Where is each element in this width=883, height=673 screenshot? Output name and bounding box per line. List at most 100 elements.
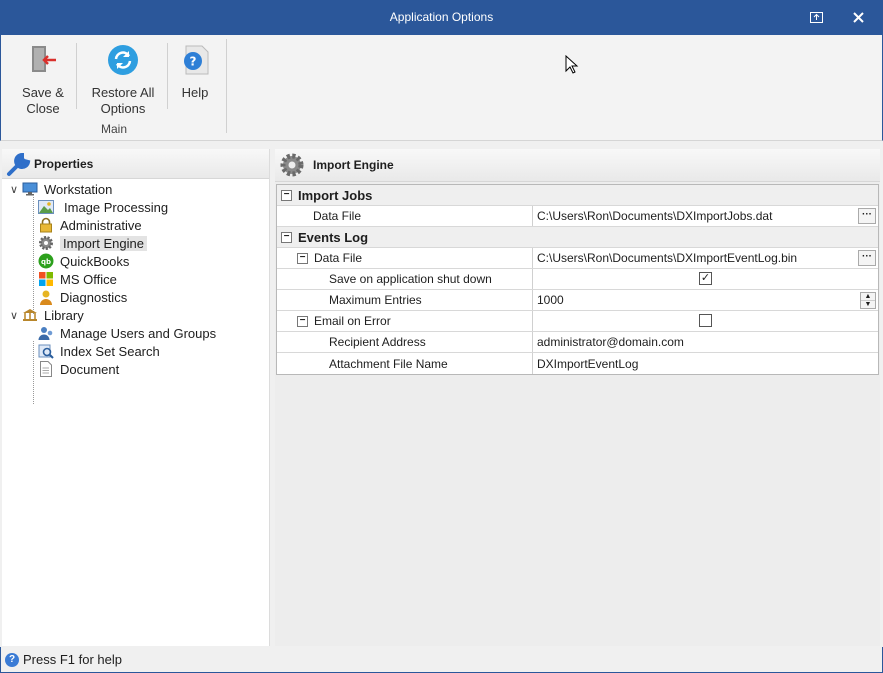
document-icon	[38, 361, 54, 377]
status-bar: ? Press F1 for help	[0, 647, 883, 673]
tree-node-label: Library	[44, 307, 84, 323]
collapse-minus-icon[interactable]: −	[297, 315, 308, 327]
restore-window-icon	[809, 12, 823, 23]
category-events-log[interactable]: − Events Log	[277, 227, 878, 248]
lock-icon	[38, 217, 54, 233]
ribbon-separator	[76, 43, 77, 109]
status-text: Press F1 for help	[23, 652, 122, 667]
restore-window-button[interactable]	[796, 0, 836, 35]
restore-all-label-1: Restore All	[91, 85, 155, 100]
tree-connector	[33, 197, 34, 314]
tree-node-label: Manage Users and Groups	[60, 325, 217, 341]
help-icon: ?	[178, 43, 212, 77]
close-icon	[852, 12, 864, 23]
property-row-save-on-shutdown[interactable]: Save on application shut down ✓	[277, 269, 878, 290]
collapse-minus-icon[interactable]: −	[297, 252, 308, 264]
property-row-attachment-file-name[interactable]: Attachment File Name DXImportEventLog	[277, 353, 878, 374]
property-row-events-data-file[interactable]: − Data File C:\Users\Ron\Documents\DXImp…	[277, 248, 878, 269]
tree-connector	[33, 341, 34, 404]
spin-up-icon[interactable]: ▲	[861, 293, 875, 301]
tree-node-label: Import Engine	[60, 235, 147, 251]
property-name: Data File	[277, 206, 533, 226]
save-close-label-1: Save &	[22, 85, 64, 100]
wrench-icon	[4, 149, 34, 179]
help-label: Help	[181, 85, 209, 100]
monitor-icon	[22, 181, 38, 197]
tree-node-label: Index Set Search	[60, 343, 160, 359]
save-close-icon	[26, 43, 60, 77]
ribbon-separator	[167, 43, 168, 109]
users-icon	[38, 325, 54, 341]
office-logo-icon	[38, 271, 54, 287]
search-icon	[38, 343, 54, 359]
close-window-button[interactable]	[838, 0, 878, 35]
property-grid-header: Import Engine	[275, 149, 880, 182]
maximum-entries-spinner[interactable]: ▲ ▼	[860, 292, 876, 309]
collapse-chevron-icon[interactable]: ∨	[10, 183, 22, 196]
property-row-maximum-entries[interactable]: Maximum Entries 1000 ▲ ▼	[277, 290, 878, 311]
property-name: Recipient Address	[277, 332, 533, 352]
tree-node-image-processing[interactable]: Image Processing	[38, 198, 168, 216]
library-building-icon	[22, 307, 38, 323]
save-close-button[interactable]: Save & Close	[15, 43, 71, 117]
property-name: Maximum Entries	[277, 290, 533, 310]
email-on-error-checkbox[interactable]	[699, 314, 712, 327]
tree-node-document[interactable]: Document	[38, 360, 119, 378]
svg-text:qb: qb	[41, 258, 51, 266]
save-on-shutdown-checkbox[interactable]: ✓	[699, 272, 712, 285]
title-bar: Application Options	[0, 0, 883, 35]
tree-node-import-engine[interactable]: Import Engine	[38, 234, 147, 252]
tree-node-quickbooks[interactable]: qb QuickBooks	[38, 252, 129, 270]
property-value[interactable]: administrator@domain.com	[537, 335, 684, 349]
tree-node-label: Diagnostics	[60, 289, 128, 305]
category-import-jobs[interactable]: − Import Jobs	[277, 185, 878, 206]
restore-all-options-button[interactable]: Restore All Options	[85, 43, 161, 117]
properties-header: Properties	[2, 149, 269, 179]
tree-node-administrative[interactable]: Administrative	[38, 216, 142, 234]
tree-node-label: MS Office	[60, 271, 117, 287]
property-value[interactable]: 1000	[537, 293, 564, 307]
tree-node-label: QuickBooks	[60, 253, 130, 269]
collapse-chevron-icon[interactable]: ∨	[10, 309, 22, 322]
spin-down-icon[interactable]: ▼	[861, 301, 875, 309]
property-value[interactable]: C:\Users\Ron\Documents\DXImportEventLog.…	[537, 251, 797, 265]
restore-all-label-2: Options	[100, 101, 146, 116]
image-icon	[38, 199, 54, 215]
properties-title: Properties	[34, 156, 94, 171]
property-row-email-on-error[interactable]: − Email on Error	[277, 311, 878, 332]
property-name: Save on application shut down	[277, 269, 533, 289]
tree-node-index-set-search[interactable]: Index Set Search	[38, 342, 160, 360]
tree-node-label: Image Processing	[64, 199, 169, 215]
property-name: Email on Error	[314, 314, 391, 328]
tree-node-label: Workstation	[44, 181, 113, 197]
property-name: Data File	[314, 251, 363, 265]
browse-ellipsis-button[interactable]: ···	[858, 250, 876, 266]
gear-icon	[38, 235, 54, 251]
tree-node-label: Document	[60, 361, 120, 377]
tree-node-workstation[interactable]: ∨ Workstation	[10, 180, 112, 198]
help-button[interactable]: ? Help	[175, 43, 215, 101]
property-value[interactable]: DXImportEventLog	[537, 357, 638, 371]
tree-node-ms-office[interactable]: MS Office	[38, 270, 117, 288]
ribbon: Save & Close Restore All Options ? Help …	[0, 35, 883, 141]
tree-node-library[interactable]: ∨ Library	[10, 306, 84, 324]
property-row-import-data-file[interactable]: Data File C:\Users\Ron\Documents\DXImpor…	[277, 206, 878, 227]
tree-node-diagnostics[interactable]: Diagnostics	[38, 288, 127, 306]
quickbooks-icon: qb	[38, 253, 54, 269]
person-icon	[38, 289, 54, 305]
property-row-recipient-address[interactable]: Recipient Address administrator@domain.c…	[277, 332, 878, 353]
property-grid: − Import Jobs Data File C:\Users\Ron\Doc…	[276, 184, 879, 375]
collapse-minus-icon[interactable]: −	[281, 189, 292, 201]
tree-node-label: Administrative	[60, 217, 142, 233]
collapse-minus-icon[interactable]: −	[281, 231, 292, 243]
svg-text:?: ?	[190, 55, 197, 69]
property-grid-panel: Import Engine − Import Jobs Data File C:…	[275, 149, 880, 646]
category-label: Events Log	[298, 229, 369, 245]
property-value[interactable]: C:\Users\Ron\Documents\DXImportJobs.dat	[537, 209, 772, 223]
property-grid-title: Import Engine	[313, 158, 394, 172]
category-label: Import Jobs	[298, 187, 373, 203]
gear-icon	[277, 150, 307, 180]
tree-node-manage-users[interactable]: Manage Users and Groups	[38, 324, 216, 342]
property-name: Attachment File Name	[277, 353, 533, 374]
browse-ellipsis-button[interactable]: ···	[858, 208, 876, 224]
